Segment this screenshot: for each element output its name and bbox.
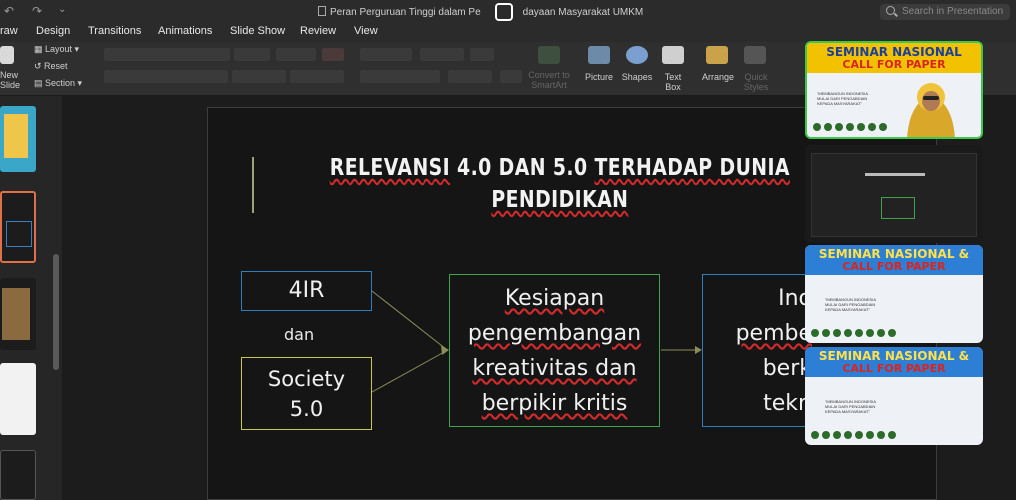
- banner-title: SEMINAR NASIONAL: [826, 45, 962, 59]
- video-tile-participant[interactable]: SEMINAR NASIONAL & CALL FOR PAPER "MEMBA…: [805, 347, 983, 445]
- inovasi-line-1: Ino: [778, 286, 812, 311]
- banner-subtitle: CALL FOR PAPER: [842, 362, 946, 375]
- banner-tagline: "MEMBANGUN INDONESIA MULAI DARI PENGABDIA…: [825, 297, 876, 312]
- preview-box: [881, 197, 915, 219]
- kesiapan-line-2: pengembangan: [467, 321, 642, 346]
- shape-4ir[interactable]: 4IR: [241, 271, 372, 311]
- video-tile-screen-share[interactable]: [805, 145, 983, 243]
- text-dan[interactable]: dan: [284, 325, 314, 344]
- banner-tagline: "MEMBANGUN INDONESIA MULAI DARI PENGABDIA…: [817, 91, 868, 106]
- shared-screen-preview: [811, 153, 977, 237]
- video-tile-speaker[interactable]: SEMINAR NASIONAL CALL FOR PAPER "MEMBANG…: [805, 41, 983, 139]
- kesiapan-line-3: kreativitas dan: [472, 356, 637, 381]
- video-tile-participant[interactable]: SEMINAR NASIONAL & CALL FOR PAPER "MEMBA…: [805, 245, 983, 343]
- sponsor-logos: [811, 431, 896, 439]
- seminar-banner: SEMINAR NASIONAL CALL FOR PAPER: [807, 43, 981, 73]
- banner-subtitle: CALL FOR PAPER: [842, 260, 946, 273]
- banner-tagline: "MEMBANGUN INDONESIA MULAI DARI PENGABDIA…: [825, 399, 876, 414]
- kesiapan-line-1: Kesiapan: [504, 286, 605, 311]
- society-line-1: Society: [267, 367, 346, 391]
- seminar-banner: SEMINAR NASIONAL & CALL FOR PAPER: [805, 245, 983, 275]
- preview-title: [865, 173, 925, 176]
- shape-inovasi[interactable]: Ino pembe berk tekn: [702, 274, 812, 427]
- banner-subtitle: CALL FOR PAPER: [842, 58, 946, 71]
- seminar-banner: SEMINAR NASIONAL & CALL FOR PAPER: [805, 347, 983, 377]
- sponsor-logos: [811, 329, 896, 337]
- banner-title: SEMINAR NASIONAL &: [818, 349, 970, 363]
- inovasi-line-3: berk: [762, 356, 812, 381]
- shape-society-5[interactable]: Society 5.0: [241, 357, 372, 430]
- society-line-2: 5.0: [289, 397, 324, 421]
- banner-title: SEMINAR NASIONAL &: [818, 247, 970, 261]
- kesiapan-line-4: berpikir kritis: [481, 391, 628, 416]
- inovasi-line-2: pembe: [735, 321, 812, 346]
- speaker-video: [907, 83, 955, 137]
- shape-kesiapan[interactable]: Kesiapan pengembangan kreativitas dan be…: [449, 274, 660, 427]
- sponsor-logos: [813, 123, 887, 131]
- inovasi-line-4: tekn: [763, 391, 812, 416]
